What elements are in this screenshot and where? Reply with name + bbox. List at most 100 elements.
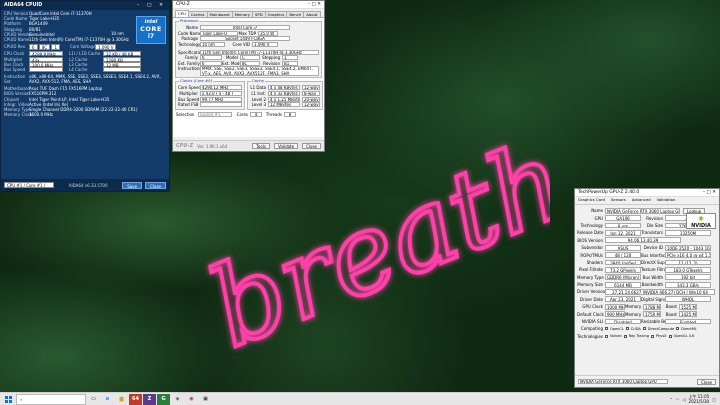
checkbox-label: DirectML	[681, 326, 697, 331]
gpuz-title: TechPowerUp GPU-Z 2.40.0	[578, 189, 640, 195]
volume-icon[interactable]: ◁	[682, 397, 685, 402]
clock[interactable]: 上午 11:05 2021/5/30	[688, 394, 709, 404]
close-button[interactable]: Close	[145, 181, 166, 189]
cache-row: L1 Inst. 4 x 32 KBytes 8-way	[250, 91, 320, 97]
gpu-value: Disabled	[605, 318, 641, 325]
cpuz-taskbar-icon[interactable]: Z	[143, 393, 156, 405]
gpu-value: 1000 MHz	[605, 303, 625, 310]
cache-assoc: 20-way	[302, 96, 320, 102]
close-button[interactable]: Close	[697, 378, 716, 385]
network-icon[interactable]: ◠	[676, 397, 680, 402]
gpu-label: Driver Date	[579, 296, 603, 302]
aida-titlebar[interactable]: AIDA64 CPUID – □ ✕	[1, 1, 169, 10]
edge-icon[interactable]: e	[101, 394, 114, 405]
gpu-label: Pixel Fillrate	[579, 267, 603, 273]
gpu-label: Boost	[665, 304, 677, 310]
gpu-label: Memory	[625, 311, 642, 317]
gpu-value: 1525 MHz	[679, 303, 697, 310]
nvidia-logo: ◉ NVIDIA	[686, 213, 716, 229]
task-view-icon[interactable]: ▭	[87, 394, 100, 405]
gpu-label: Technology	[580, 222, 603, 228]
gpu-value: 3840 Unified	[605, 259, 641, 266]
gpu-label: Texture Fillrate	[641, 267, 671, 273]
checkbox-icon[interactable]	[650, 334, 654, 338]
cpu-select-dropdown[interactable]: CPU #1 / Core #1 / SMT Un	[4, 182, 54, 191]
tab-cpu[interactable]: CPU	[175, 9, 189, 17]
tab-graphics-card[interactable]: Graphics Card	[577, 197, 606, 203]
clock-label: Bus Speed	[178, 96, 200, 102]
windows-start-icon[interactable]	[2, 394, 15, 405]
socket-dropdown[interactable]: Socket #1	[198, 111, 232, 117]
selection-row: Selection Socket #1 Cores 4 Threads 8	[176, 111, 321, 118]
computing-row: Computing OpenCL CUDA DirectCompute DirectML	[581, 326, 697, 332]
file-explorer-icon[interactable]: ▆	[115, 394, 128, 405]
gpu-info-row: NVIDIA SLI Disabled Resizable BAR Enabled	[575, 318, 719, 325]
tray-arrow-icon[interactable]: ⌃	[669, 397, 672, 402]
checkbox-icon[interactable]	[668, 334, 672, 338]
gpu-label: Memory	[625, 304, 642, 310]
cache-size: 4 x 48 KBytes	[268, 85, 300, 91]
tab-sensors[interactable]: Sensors	[610, 197, 627, 203]
clock-value: 4290.12 MHz	[200, 85, 242, 91]
cpuz-titlebar[interactable]: CPU-Z – □ ✕	[173, 1, 324, 9]
checkbox-label: CUDA	[630, 326, 641, 331]
cache-size: 4 x 32 KBytes	[268, 91, 300, 97]
gpu-value: 343.3 GB/s	[665, 281, 711, 288]
aida-board-row: Memory Clock 1600.0 MHz	[4, 112, 166, 117]
gpu-label: Boost	[665, 311, 677, 317]
gpu-label: Die Size	[646, 222, 663, 228]
gpu-value: GDDR6 (Micron)	[605, 274, 641, 281]
checkbox-icon[interactable]	[625, 327, 629, 331]
aida-version: AIDA64 v6.33.5700	[68, 182, 108, 188]
checkbox-icon[interactable]	[605, 334, 608, 338]
aida64-cpuid-window[interactable]: AIDA64 CPUID – □ ✕ intel CORE i7 CPU Versio…	[0, 0, 170, 192]
checkbox-icon[interactable]	[676, 327, 680, 331]
gpu-select-dropdown[interactable]: NVIDIA GeForce RTX 3060 Laptop GPU	[578, 379, 668, 384]
gpu-info-row: BIOS Version 94.06.13.40.39	[575, 237, 719, 244]
checkbox-label: PhysX	[655, 334, 667, 339]
tools-button[interactable]: Tools	[252, 143, 270, 149]
window-controls-icon[interactable]: – □ ✕	[703, 190, 716, 196]
checkbox-label: OpenGL 4.6	[673, 334, 695, 339]
cpuz-tabs: CPU Caches Mainboard Memory SPD Graphics Bench…	[173, 9, 324, 17]
gpu-label: NVIDIA SLI	[581, 319, 603, 325]
taskbar: ⌕ ▭ e ▆ 64 Z G ◈ ◉ ▣ ⌃ ◠ ◁ 上午 11:05 2021/…	[0, 392, 720, 405]
cache-assoc: 12-way	[302, 102, 320, 108]
app-icon[interactable]: ▣	[199, 394, 212, 405]
close-button[interactable]: Close	[302, 143, 321, 149]
app-icon[interactable]: ◉	[185, 394, 198, 405]
tab-advanced[interactable]: Advanced	[631, 197, 652, 203]
gpu-value: 192 bit	[665, 274, 711, 281]
checkbox-icon[interactable]	[623, 334, 627, 338]
gpu-value: GA106	[605, 215, 641, 221]
app-icon[interactable]: ◈	[171, 394, 184, 405]
cpuz-window[interactable]: CPU-Z – □ ✕ CPU Caches Mainboard Memory SPD Gr…	[172, 0, 325, 152]
gpu-value: 6144 MB	[605, 281, 641, 288]
gpu-value: 1750 MHz	[643, 311, 661, 318]
gpu-label: Default Clock	[577, 311, 604, 317]
search-box[interactable]: ⌕	[16, 393, 86, 405]
cpuz-title: CPU-Z	[176, 1, 190, 7]
aida64-taskbar-icon[interactable]: 64	[129, 393, 142, 405]
window-controls-icon[interactable]: – □ ✕	[308, 2, 321, 8]
checkbox-icon[interactable]	[642, 327, 646, 331]
gpu-label: ROPs/TMUs	[580, 252, 603, 258]
save-button[interactable]: Save	[122, 181, 143, 189]
tab-validation[interactable]: Validation	[656, 197, 677, 203]
gpuz-titlebar[interactable]: TechPowerUp GPU-Z 2.40.0 – □ ✕	[575, 189, 719, 197]
notification-icon[interactable]: ▢	[712, 397, 716, 402]
gpu-label: GPU Clock	[582, 304, 603, 310]
cache-row: Level 3 12 MBytes 12-way	[250, 102, 320, 108]
window-controls-icon[interactable]: – □ ✕	[137, 3, 166, 9]
aida-process: 10 nm	[111, 31, 124, 36]
cache-size: 4 x 1.25 MBytes	[268, 96, 300, 102]
gpu-label: Resizable BAR	[641, 319, 670, 325]
gpuz-window[interactable]: TechPowerUp GPU-Z 2.40.0 – □ ✕ Graphics C…	[574, 188, 720, 388]
checkbox-icon[interactable]	[605, 327, 608, 331]
validate-button[interactable]: Validate	[273, 143, 299, 149]
gpu-name-field: NVIDIA GeForce RTX 3060 Laptop GPU	[605, 207, 680, 214]
clock-row: Core Speed 4290.12 MHz	[178, 85, 242, 91]
gpuz-taskbar-icon[interactable]: G	[157, 393, 170, 405]
gpu-value: Jan 12, 2021	[605, 229, 641, 236]
gpu-info-row: Memory Size 6144 MB Bandwidth 343.3 GB/s	[575, 281, 719, 288]
